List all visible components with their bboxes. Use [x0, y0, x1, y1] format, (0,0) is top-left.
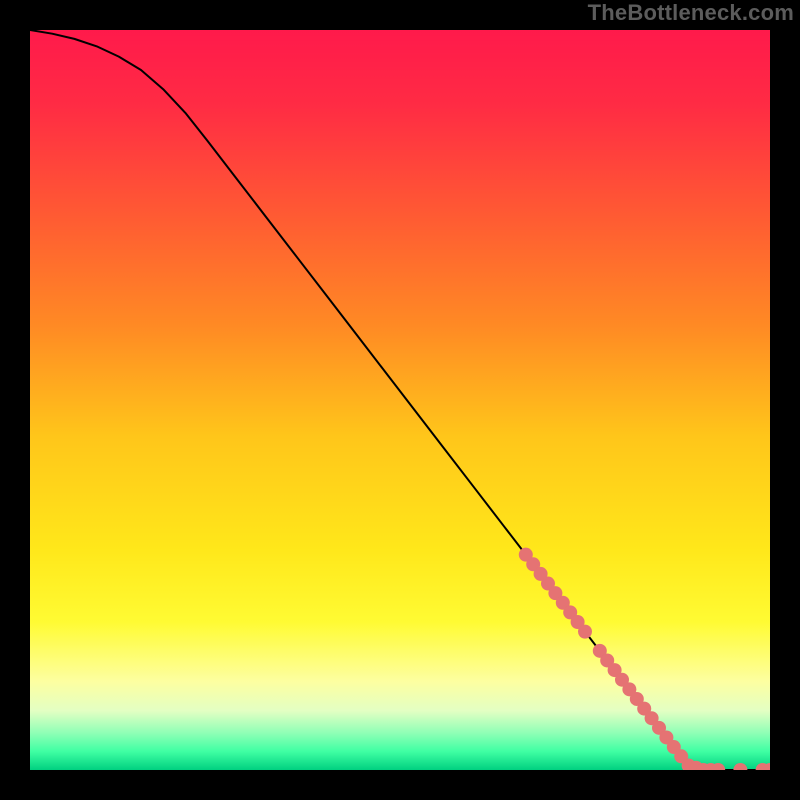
plot-area [30, 30, 770, 770]
chart-svg [30, 30, 770, 770]
watermark-text: TheBottleneck.com [588, 0, 794, 26]
plot-background [30, 30, 770, 770]
chart-container: TheBottleneck.com [0, 0, 800, 800]
data-marker [578, 625, 592, 639]
